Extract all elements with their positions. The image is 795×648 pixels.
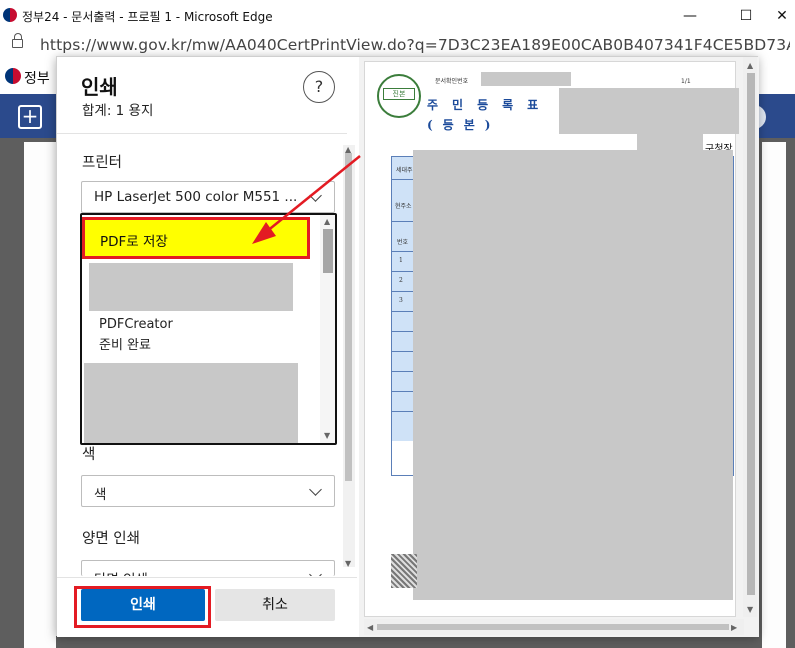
row-divider	[392, 331, 414, 332]
redacted-printer-option[interactable]	[89, 263, 293, 311]
printer-select[interactable]: HP LaserJet 500 color M551 ...	[81, 181, 335, 213]
background-document	[24, 142, 56, 648]
title-bar: 정부24 - 문서출력 - 프로필 1 - Microsoft Edge — ☐…	[0, 0, 795, 32]
header-divider	[57, 133, 347, 134]
minimize-button[interactable]: —	[678, 4, 702, 28]
header-cell: 현주소	[395, 203, 412, 210]
preview-page: 진본 문서확인번호 1/1 주민등록표 (등본) 구청장 세대주 현주소 번호 …	[364, 61, 739, 617]
print-dialog: 인쇄 합계: 1 용지 ? 프린터 HP LaserJet 500 color …	[56, 56, 759, 637]
row-divider	[392, 291, 414, 292]
redacted-printer-option[interactable]	[84, 363, 298, 443]
seal-label: 진본	[383, 88, 415, 100]
settings-scrollbar-thumb[interactable]	[345, 153, 352, 481]
row-divider	[392, 391, 414, 392]
row-number: 2	[399, 277, 403, 284]
close-button[interactable]: ✕	[770, 4, 794, 28]
scroll-up-arrow-icon[interactable]: ▲	[345, 145, 351, 154]
lock-icon	[12, 33, 23, 48]
chevron-down-icon	[309, 189, 322, 202]
row-divider	[392, 221, 414, 222]
row-divider	[392, 179, 414, 180]
row-divider	[392, 371, 414, 372]
dropdown-scroll-up-icon[interactable]: ▲	[324, 217, 330, 226]
row-divider	[392, 251, 414, 252]
duplex-selected-value: 단면 인쇄	[94, 568, 148, 576]
gov-logo-icon	[5, 68, 21, 84]
row-number: 3	[399, 297, 403, 304]
page-indicator: 1/1	[681, 78, 691, 85]
sheet-count: 합계: 1 용지	[82, 103, 154, 119]
doc-title: 주민등록표	[427, 98, 553, 112]
row-divider	[392, 311, 414, 312]
printer-option-save-as-pdf[interactable]: PDF로 저장	[82, 217, 310, 259]
color-select[interactable]: 색	[81, 475, 335, 507]
print-button-highlight	[74, 586, 211, 628]
maximize-button[interactable]: ☐	[734, 4, 758, 28]
preview-scroll-down-icon[interactable]: ▼	[747, 605, 753, 614]
row-divider	[392, 411, 414, 412]
dialog-title: 인쇄	[81, 75, 118, 99]
header-cell: 번호	[397, 239, 409, 246]
dropdown-scroll-down-icon[interactable]: ▼	[324, 431, 330, 440]
footer-divider	[57, 577, 357, 578]
redacted-doc-number	[481, 72, 571, 86]
duplex-label: 양면 인쇄	[82, 531, 140, 547]
redacted-header-info	[559, 88, 739, 134]
printer-label: 프린터	[82, 155, 123, 171]
row-divider	[392, 351, 414, 352]
help-icon[interactable]: ?	[303, 71, 335, 103]
duplex-select[interactable]: 단면 인쇄	[81, 560, 335, 576]
chevron-down-icon	[309, 483, 322, 496]
print-preview: 진본 문서확인번호 1/1 주민등록표 (등본) 구청장 세대주 현주소 번호 …	[359, 57, 759, 637]
printer-option-status: 준비 완료	[99, 338, 151, 353]
printer-dropdown-list: PDF로 저장 PDFCreator 준비 완료 ▲ ▼	[80, 213, 337, 445]
url-field[interactable]: https://www.gov.kr/mw/AA040CertPrintView…	[40, 36, 790, 54]
color-label: 색	[82, 447, 96, 463]
color-selected-value: 색	[94, 487, 107, 503]
dropdown-scrollbar-thumb[interactable]	[323, 229, 333, 273]
printer-option-pdfcreator[interactable]: PDFCreator	[99, 317, 173, 332]
background-document-edge	[762, 142, 786, 648]
preview-horizontal-thumb[interactable]	[377, 624, 729, 630]
preview-scroll-left-icon[interactable]: ◀	[367, 623, 373, 632]
doc-number-label: 문서확인번호	[435, 78, 469, 85]
barcode-icon	[391, 554, 417, 588]
window-title: 정부24 - 문서출력 - 프로필 1 - Microsoft Edge	[22, 10, 273, 24]
background-logo-text: 정부	[24, 71, 50, 87]
print-settings-panel: 인쇄 합계: 1 용지 ? 프린터 HP LaserJet 500 color …	[57, 57, 359, 637]
header-cell: 세대주	[396, 167, 413, 174]
preview-scrollbar-thumb[interactable]	[747, 73, 755, 595]
preview-scroll-up-icon[interactable]: ▲	[747, 61, 753, 70]
printer-option-label: PDF로 저장	[100, 234, 168, 250]
doc-subtitle: (등본)	[427, 118, 501, 132]
scroll-down-arrow-icon[interactable]: ▼	[345, 559, 351, 568]
redacted-table-content	[413, 150, 733, 600]
cancel-button[interactable]: 취소	[215, 589, 335, 621]
table-header-column: 세대주 현주소 번호 1 2 3	[392, 157, 414, 441]
plus-icon[interactable]: +	[18, 105, 42, 129]
preview-scroll-right-icon[interactable]: ▶	[731, 623, 737, 632]
printer-selected-value: HP LaserJet 500 color M551 ...	[94, 189, 298, 205]
gov-emblem-icon	[3, 8, 17, 22]
row-number: 1	[399, 257, 403, 264]
chevron-down-icon	[309, 568, 322, 576]
row-divider	[392, 271, 414, 272]
